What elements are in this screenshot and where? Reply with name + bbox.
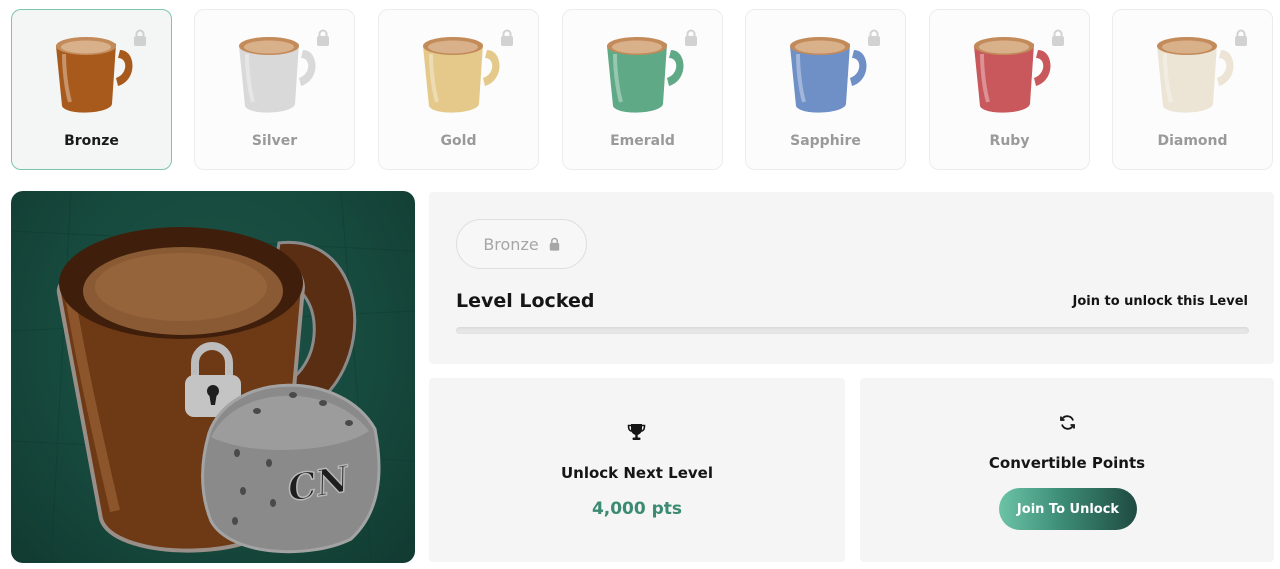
emerald-mug-icon: [605, 35, 686, 115]
tier-label: Sapphire: [790, 133, 861, 149]
lock-icon: [1234, 29, 1248, 46]
tier-label: Silver: [251, 133, 298, 149]
tier-label: Gold: [440, 133, 477, 149]
level-status-title: Level Locked: [456, 290, 595, 312]
lock-icon: [133, 29, 147, 46]
level-badge-label: Bronze: [483, 234, 539, 254]
sapphire-mug-icon: [788, 35, 869, 115]
tier-card-emerald[interactable]: Emerald: [562, 9, 723, 170]
lock-icon: [500, 29, 514, 46]
tier-card-diamond[interactable]: Diamond: [1112, 9, 1273, 170]
refresh-icon: [1060, 415, 1075, 430]
unlock-points-value: 4,000 pts: [591, 499, 683, 519]
tier-card-ruby[interactable]: Ruby: [929, 9, 1090, 170]
hero-illustration: CN: [11, 191, 415, 563]
level-badge: Bronze: [456, 219, 587, 269]
lock-icon: [684, 29, 698, 46]
unlock-next-level-title: Unlock Next Level: [560, 464, 713, 482]
ruby-mug-icon: [972, 35, 1053, 115]
join-to-unlock-button[interactable]: Join To Unlock: [999, 488, 1137, 530]
tier-label: Diamond: [1157, 133, 1228, 149]
convertible-points-card: Convertible Points Join To Unlock: [860, 378, 1274, 562]
diamond-mug-icon: [1155, 35, 1236, 115]
tier-card-bronze[interactable]: Bronze: [11, 9, 172, 170]
bronze-mug-icon: [54, 35, 135, 115]
trophy-icon: [627, 424, 646, 440]
level-unlock-hint: Join to unlock this Level: [1072, 294, 1249, 309]
silver-mug-icon: [237, 35, 318, 115]
tier-card-sapphire[interactable]: Sapphire: [745, 9, 906, 170]
tier-card-gold[interactable]: Gold: [378, 9, 539, 170]
tier-label: Bronze: [64, 133, 119, 149]
tier-card-silver[interactable]: Silver: [194, 9, 355, 170]
unlock-next-level-card: Unlock Next Level 4,000 pts: [429, 378, 845, 562]
gold-mug-icon: [421, 35, 502, 115]
convertible-points-title: Convertible Points: [988, 454, 1146, 472]
lock-icon: [316, 29, 330, 46]
tier-label: Emerald: [610, 133, 675, 149]
lock-icon: [549, 237, 559, 251]
tier-selector: Bronze Silver Gold Emerald Sapphire Ruby…: [11, 9, 1274, 170]
level-panel: Bronze Level Locked Join to unlock this …: [429, 192, 1274, 364]
tier-label: Ruby: [989, 133, 1030, 149]
lock-icon: [1051, 29, 1065, 46]
level-progress-bar: [456, 327, 1249, 334]
hero-image: CN: [11, 191, 415, 563]
lock-icon: [867, 29, 881, 46]
